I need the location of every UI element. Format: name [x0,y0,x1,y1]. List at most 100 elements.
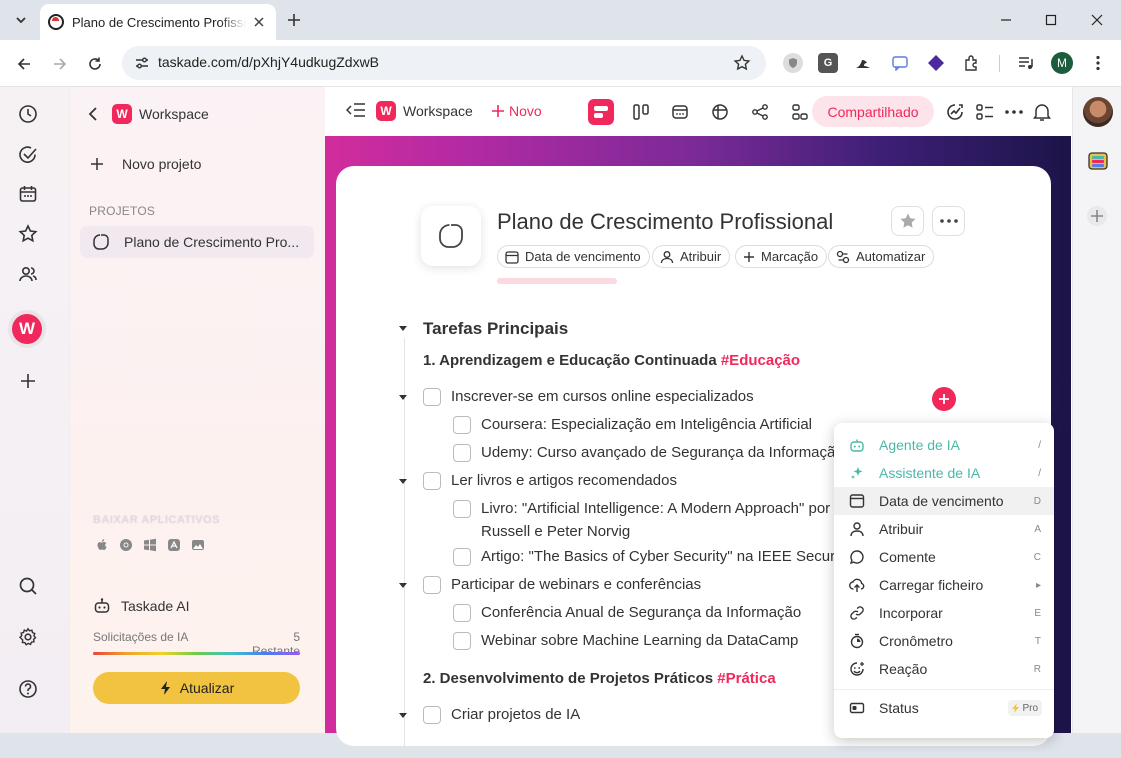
tab-search-button[interactable] [8,7,34,33]
rail-add-workspace-button[interactable] [15,368,41,394]
rail-members-button[interactable] [15,261,41,287]
task-2a-line-1[interactable]: Livro: "Artificial Intelligence: A Moder… [481,500,874,517]
header-workspace-name[interactable]: Workspace [403,103,473,119]
task-checkbox[interactable] [423,388,441,406]
sidebar-back-button[interactable] [88,104,104,124]
reload-button[interactable] [82,51,108,77]
sidebar-workspace-name[interactable]: Workspace [139,106,209,122]
due-date-chip[interactable]: Data de vencimento [497,245,650,268]
collapse-task-2-toggle[interactable] [399,479,407,484]
new-tab-button[interactable] [283,9,305,31]
profile-avatar[interactable]: M [1051,52,1073,74]
activity-button[interactable] [942,99,968,125]
chrome-icon[interactable] [119,538,133,552]
task-1a[interactable]: Coursera: Especialização em Inteligência… [481,416,812,433]
notes-button[interactable] [1087,150,1109,172]
task-3b[interactable]: Webinar sobre Machine Learning da DataCa… [481,632,798,649]
project-more-button[interactable] [932,206,965,236]
project-icon[interactable] [421,206,481,266]
mindmap-view-button[interactable] [747,99,773,125]
rail-favorites-button[interactable] [15,221,41,247]
tag-chip[interactable]: Marcação [735,245,828,268]
menu-item-embed[interactable]: Incorporar E [834,599,1054,627]
image-icon[interactable] [191,538,205,552]
rail-calendar-button[interactable] [15,181,41,207]
rail-settings-button[interactable] [15,624,41,650]
upgrade-button[interactable]: Atualizar [93,672,300,704]
extension-bird-icon[interactable] [853,53,873,73]
task-checkbox[interactable] [453,500,471,518]
collapse-main-toggle[interactable] [399,326,407,331]
back-button[interactable] [11,51,37,77]
new-project-button[interactable]: Novo projeto [90,156,201,172]
task-checkbox[interactable] [453,604,471,622]
menu-item-ai-agent[interactable]: Agente de IA / [834,431,1054,459]
filter-button[interactable] [972,99,998,125]
menu-item-assign[interactable]: Atribuir A [834,515,1054,543]
outline-section-2[interactable]: 2. Desenvolvimento de Projetos Práticos … [423,670,776,687]
window-close-button[interactable] [1085,8,1109,32]
media-controls-button[interactable] [1016,53,1036,73]
task-checkbox[interactable] [453,444,471,462]
extension-shield-icon[interactable] [783,53,803,73]
minimize-button[interactable] [994,8,1018,32]
site-settings-icon[interactable] [134,55,150,71]
rail-search-button[interactable] [15,573,41,599]
table-view-button[interactable] [707,99,733,125]
browser-menu-button[interactable] [1088,53,1108,73]
extension-chat-icon[interactable] [890,53,910,73]
new-button[interactable]: Novo [491,103,542,119]
forward-button[interactable] [47,51,73,77]
section-2-tag[interactable]: #Prática [717,670,775,687]
taskade-ai-header[interactable]: Taskade AI [93,597,190,615]
rail-tasks-button[interactable] [15,142,41,168]
apple-icon[interactable] [95,538,109,552]
add-item-button[interactable] [932,387,956,411]
favorite-button[interactable] [891,206,924,236]
collapse-task-3-toggle[interactable] [399,583,407,588]
automate-chip[interactable]: Automatizar [828,245,935,268]
list-view-button[interactable] [588,99,614,125]
task-4[interactable]: Criar projetos de IA [451,706,580,723]
task-checkbox[interactable] [423,706,441,724]
task-checkbox[interactable] [423,472,441,490]
extensions-button[interactable] [962,53,982,73]
more-options-button[interactable] [1001,99,1027,125]
user-avatar[interactable] [1083,97,1113,127]
menu-item-comment[interactable]: Comente C [834,543,1054,571]
collapse-sidebar-button[interactable] [346,101,366,119]
rail-recent-button[interactable] [15,101,41,127]
collapse-task-4-toggle[interactable] [399,713,407,718]
task-checkbox[interactable] [423,576,441,594]
add-app-button[interactable] [1086,205,1108,227]
maximize-button[interactable] [1039,8,1063,32]
board-view-button[interactable] [628,99,654,125]
outline-section-1[interactable]: 1. Aprendizagem e Educação Continuada #E… [423,352,800,369]
task-3a[interactable]: Conferência Anual de Segurança da Inform… [481,604,801,621]
menu-item-due-date[interactable]: Data de vencimento D [834,487,1054,515]
task-2b[interactable]: Artigo: "The Basics of Cyber Security" n… [481,548,850,565]
rail-help-button[interactable] [15,676,41,702]
task-checkbox[interactable] [453,548,471,566]
task-1b[interactable]: Udemy: Curso avançado de Segurança da In… [481,444,844,461]
section-1-tag[interactable]: #Educação [721,352,800,369]
task-1[interactable]: Inscrever-se em cursos online especializ… [451,388,754,405]
tab-close-button[interactable] [250,13,268,31]
task-2[interactable]: Ler livros e artigos recomendados [451,472,677,489]
menu-item-ai-assistant[interactable]: Assistente de IA / [834,459,1054,487]
extension-diamond-icon[interactable] [926,53,946,73]
task-3[interactable]: Participar de webinars e conferências [451,576,701,593]
app-store-icon[interactable] [167,538,181,552]
menu-item-upload-file[interactable]: Carregar ficheiro ▸ [834,571,1054,599]
notifications-button[interactable] [1029,99,1055,125]
extension-g-icon[interactable]: G [818,53,838,73]
menu-item-timer[interactable]: Cronômetro T [834,627,1054,655]
calendar-view-button[interactable] [667,99,693,125]
windows-icon[interactable] [143,538,157,552]
assign-chip[interactable]: Atribuir [652,245,731,268]
share-button[interactable]: Compartilhado [812,96,934,127]
collapse-task-1-toggle[interactable] [399,395,407,400]
org-chart-view-button[interactable] [787,99,813,125]
task-checkbox[interactable] [453,416,471,434]
outline-heading-main[interactable]: Tarefas Principais [423,319,568,339]
